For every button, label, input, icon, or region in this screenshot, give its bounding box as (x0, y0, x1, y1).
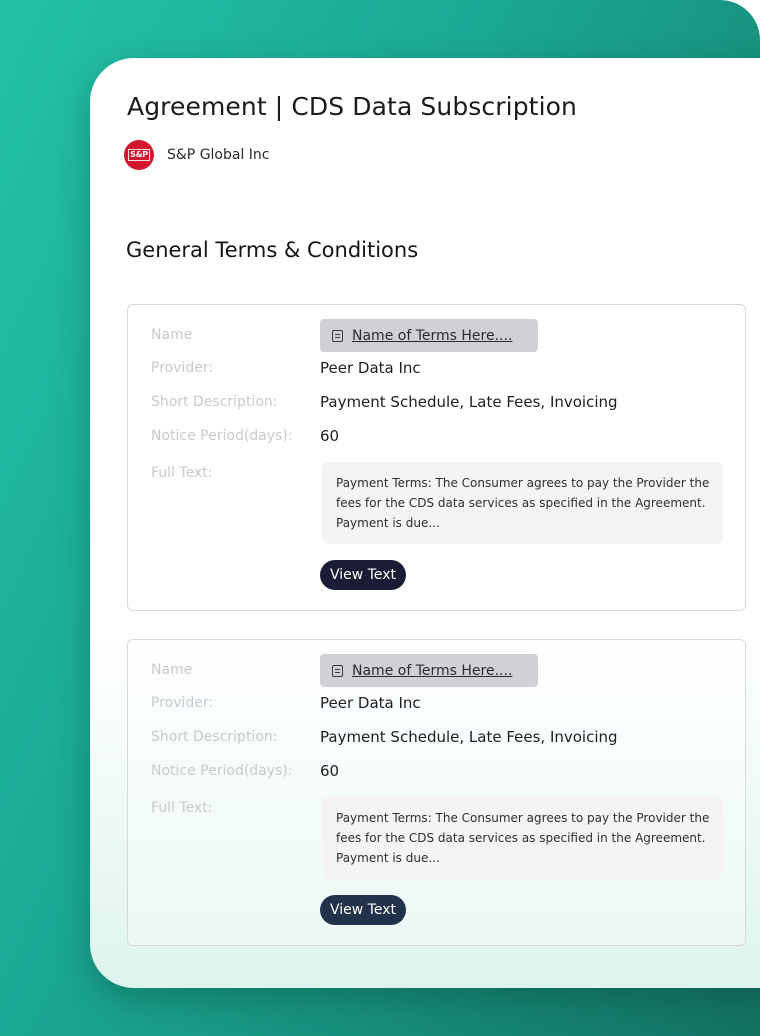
app-background: Agreement | CDS Data Subscription S&P S&… (0, 0, 760, 1036)
full-text-label: Full Text: (151, 465, 213, 481)
short-description-value: Payment Schedule, Late Fees, Invoicing (320, 393, 618, 411)
provider-label: Provider: (151, 360, 214, 376)
provider-value: Peer Data Inc (320, 359, 421, 377)
document-icon (332, 664, 343, 677)
terms-card: Name Name of Terms Here.... Provider: Pe… (127, 304, 746, 611)
company-row: S&P S&P Global Inc (124, 140, 270, 170)
document-icon (332, 329, 343, 342)
short-description-value: Payment Schedule, Late Fees, Invoicing (320, 728, 618, 746)
provider-value: Peer Data Inc (320, 694, 421, 712)
name-of-terms-link[interactable]: Name of Terms Here.... (320, 654, 538, 687)
view-text-button[interactable]: View Text (320, 895, 406, 925)
company-name: S&P Global Inc (167, 147, 270, 163)
sp-global-logo: S&P (124, 140, 154, 170)
name-label: Name (151, 327, 193, 343)
notice-period-label: Notice Period(days): (151, 428, 293, 444)
full-text-preview: Payment Terms: The Consumer agrees to pa… (322, 462, 723, 544)
logo-text: S&P (128, 149, 150, 161)
section-title: General Terms & Conditions (126, 238, 419, 262)
view-text-button[interactable]: View Text (320, 560, 406, 590)
notice-period-value: 60 (320, 427, 340, 445)
short-description-label: Short Description: (151, 394, 278, 410)
name-label: Name (151, 662, 193, 678)
page-title: Agreement | CDS Data Subscription (127, 92, 577, 121)
name-of-terms-link[interactable]: Name of Terms Here.... (320, 319, 538, 352)
name-of-terms-text: Name of Terms Here.... (352, 327, 513, 344)
name-of-terms-text: Name of Terms Here.... (352, 662, 513, 679)
full-text-label: Full Text: (151, 800, 213, 816)
notice-period-label: Notice Period(days): (151, 763, 293, 779)
terms-card: Name Name of Terms Here.... Provider: Pe… (127, 639, 746, 946)
full-text-preview: Payment Terms: The Consumer agrees to pa… (322, 797, 723, 879)
provider-label: Provider: (151, 695, 214, 711)
short-description-label: Short Description: (151, 729, 278, 745)
notice-period-value: 60 (320, 762, 340, 780)
agreement-panel: Agreement | CDS Data Subscription S&P S&… (90, 58, 760, 988)
